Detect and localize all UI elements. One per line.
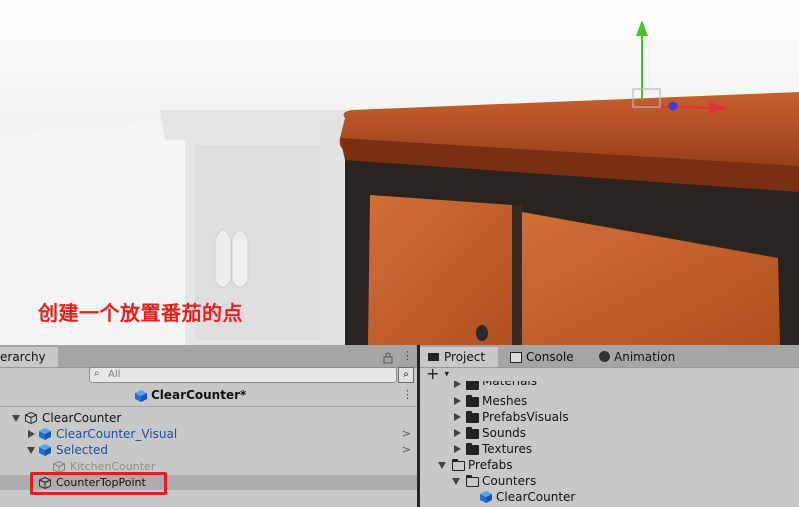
open-folder-icon bbox=[451, 458, 465, 471]
hierarchy-item-clearcounter[interactable]: ClearCounter bbox=[0, 410, 417, 426]
tab-console[interactable]: Console bbox=[508, 347, 590, 367]
hierarchy-item-clearcounter-visual[interactable]: ClearCounter_Visual > bbox=[0, 426, 417, 442]
project-item-label: ClearCounter bbox=[496, 490, 576, 504]
project-tab-bar: Project Console Animation bbox=[420, 345, 799, 368]
tab-hierarchy-label: erarchy bbox=[0, 350, 46, 364]
more-options-icon[interactable]: ⋮ bbox=[402, 349, 413, 362]
project-panel: Project Console Animation + ▾ Materials … bbox=[420, 345, 799, 507]
folder-icon bbox=[466, 395, 479, 407]
expand-arrow-icon[interactable] bbox=[12, 415, 20, 422]
hierarchy-item-selected[interactable]: Selected > bbox=[0, 442, 417, 458]
chevron-right-icon[interactable]: > bbox=[402, 426, 411, 442]
tab-console-label: Console bbox=[526, 350, 574, 364]
search-placeholder: All bbox=[108, 369, 121, 380]
hierarchy-item-countertoppoint[interactable]: CounterTopPoint bbox=[0, 472, 417, 495]
tab-animation-label: Animation bbox=[614, 350, 676, 364]
lock-icon[interactable] bbox=[383, 349, 393, 368]
gameobject-icon bbox=[39, 477, 51, 489]
expand-arrow-icon[interactable] bbox=[438, 462, 446, 469]
scene-render bbox=[0, 0, 799, 345]
animation-icon bbox=[599, 351, 610, 362]
project-item-counters[interactable]: Counters bbox=[420, 473, 799, 489]
expand-arrow-icon[interactable] bbox=[454, 413, 461, 421]
prefab-cube-icon bbox=[480, 491, 492, 503]
dropdown-arrow-icon: ▾ bbox=[444, 369, 450, 380]
hierarchy-item-label: ClearCounter bbox=[42, 411, 122, 425]
gameobject-icon bbox=[25, 412, 37, 424]
project-item-label: Counters bbox=[482, 474, 537, 488]
expand-arrow-icon[interactable] bbox=[452, 478, 460, 485]
project-item-label: Meshes bbox=[482, 394, 528, 408]
project-item-prefabsvisuals[interactable]: PrefabsVisuals bbox=[420, 409, 799, 425]
search-filter-icon[interactable]: ⌕ bbox=[398, 367, 414, 383]
tab-project-label: Project bbox=[444, 350, 486, 364]
prefab-cube-icon bbox=[39, 428, 51, 440]
folder-icon bbox=[466, 427, 479, 439]
tutorial-caption: 创建一个放置番茄的点 bbox=[38, 301, 243, 325]
expand-arrow-icon[interactable] bbox=[27, 447, 35, 454]
prefab-cube-icon bbox=[39, 444, 51, 456]
hierarchy-item-label: ClearCounter_Visual bbox=[56, 427, 178, 441]
project-item-label: Materials bbox=[482, 381, 538, 388]
tab-hierarchy[interactable]: erarchy bbox=[0, 347, 58, 367]
expand-arrow-icon[interactable] bbox=[454, 429, 461, 437]
tab-animation[interactable]: Animation bbox=[597, 347, 697, 367]
project-item-label: Textures bbox=[482, 442, 533, 456]
hierarchy-search-field[interactable]: ⌕ All bbox=[89, 367, 397, 383]
project-item-materials[interactable]: Materials bbox=[420, 381, 799, 390]
expand-arrow-icon[interactable] bbox=[454, 445, 461, 453]
project-item-label: PrefabsVisuals bbox=[482, 410, 569, 424]
search-icon: ⌕ bbox=[94, 368, 100, 379]
folder-icon bbox=[466, 443, 479, 455]
prefab-cube-icon bbox=[135, 390, 147, 402]
project-item-label: Sounds bbox=[482, 426, 527, 440]
expand-arrow-icon[interactable] bbox=[28, 430, 35, 438]
hierarchy-item-label: CounterTopPoint bbox=[56, 476, 146, 489]
project-item-clearcounter[interactable]: ClearCounter bbox=[420, 489, 799, 505]
hierarchy-panel: erarchy ⋮ ⌕ All ⌕ ClearCounter* ⋮ ClearC… bbox=[0, 345, 417, 507]
prefab-options-icon[interactable]: ⋮ bbox=[402, 388, 413, 401]
expand-arrow-icon[interactable] bbox=[454, 397, 461, 405]
expand-arrow-icon[interactable] bbox=[454, 381, 461, 388]
console-icon bbox=[510, 352, 522, 363]
project-item-prefabs[interactable]: Prefabs bbox=[420, 457, 799, 473]
prefab-header: ClearCounter* ⋮ bbox=[0, 386, 417, 407]
project-item-meshes[interactable]: Meshes bbox=[420, 393, 799, 409]
project-item-textures[interactable]: Textures bbox=[420, 441, 799, 457]
folder-icon bbox=[466, 411, 479, 423]
project-item-label: Prefabs bbox=[468, 458, 513, 472]
folder-icon bbox=[466, 381, 479, 390]
hierarchy-item-label: Selected bbox=[56, 443, 109, 457]
scene-viewport[interactable]: 创建一个放置番茄的点 bbox=[0, 0, 799, 345]
prefab-title: ClearCounter* bbox=[151, 388, 247, 402]
open-folder-icon bbox=[465, 474, 479, 487]
hierarchy-tab-bar: erarchy ⋮ bbox=[0, 345, 417, 368]
chevron-right-icon[interactable]: > bbox=[402, 442, 411, 458]
folder-icon bbox=[428, 353, 439, 361]
project-item-sounds[interactable]: Sounds bbox=[420, 425, 799, 441]
